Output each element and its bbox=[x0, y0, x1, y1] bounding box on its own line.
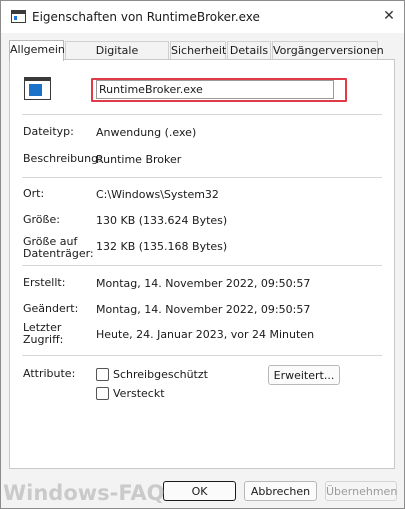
modified-value: Montag, 14. November 2022, 09:50:57 bbox=[96, 303, 311, 316]
divider bbox=[22, 177, 382, 178]
readonly-checkbox[interactable] bbox=[96, 368, 109, 381]
general-tab-panel bbox=[9, 59, 395, 469]
watermark-logo: Windows-FAQ bbox=[3, 481, 165, 505]
attributes-label: Attribute: bbox=[23, 367, 76, 380]
tab-vorgaengerversionen[interactable]: Vorgängerversionen bbox=[272, 41, 384, 60]
hidden-checkbox-label[interactable]: Versteckt bbox=[113, 387, 165, 400]
description-label: Beschreibung: bbox=[23, 152, 102, 165]
tab-digitale-signaturen[interactable]: Digitale Signaturen bbox=[65, 41, 169, 75]
last-access-value: Heute, 24. Januar 2023, vor 24 Minuten bbox=[96, 328, 315, 341]
advanced-button[interactable]: Erweitert... bbox=[268, 365, 340, 385]
tab-details[interactable]: Details bbox=[227, 41, 271, 60]
divider bbox=[22, 355, 382, 356]
title-bar: Eigenschaften von RuntimeBroker.exe ✕ bbox=[1, 1, 404, 33]
readonly-checkbox-label[interactable]: Schreibgeschützt bbox=[113, 368, 208, 381]
tab-sicherheit[interactable]: Sicherheit bbox=[170, 41, 226, 60]
apply-button[interactable]: Übernehmen bbox=[325, 481, 397, 501]
file-type-label: Dateityp: bbox=[23, 125, 74, 138]
highlight-frame bbox=[91, 78, 347, 102]
created-value: Montag, 14. November 2022, 09:50:57 bbox=[96, 277, 311, 290]
divider bbox=[22, 114, 382, 115]
last-access-label-2: Zugriff: bbox=[23, 333, 64, 346]
location-value: C:\Windows\System32 bbox=[96, 188, 219, 201]
close-button[interactable]: ✕ bbox=[377, 5, 401, 27]
location-label: Ort: bbox=[23, 187, 45, 200]
created-label: Erstellt: bbox=[23, 276, 66, 289]
ok-button[interactable]: OK bbox=[163, 481, 236, 501]
window-app-icon bbox=[11, 10, 26, 23]
description-value: Runtime Broker bbox=[96, 153, 182, 166]
hidden-checkbox[interactable] bbox=[96, 387, 109, 400]
size-value: 130 KB (133.624 Bytes) bbox=[96, 214, 228, 227]
modified-label: Geändert: bbox=[23, 302, 79, 315]
application-file-icon bbox=[24, 77, 51, 100]
cancel-button[interactable]: Abbrechen bbox=[244, 481, 317, 501]
properties-dialog: Eigenschaften von RuntimeBroker.exe ✕ Al… bbox=[0, 0, 405, 509]
size-on-disk-label-2: Datenträger: bbox=[23, 247, 94, 260]
divider bbox=[22, 265, 382, 266]
window-title: Eigenschaften von RuntimeBroker.exe bbox=[32, 10, 260, 24]
size-label: Größe: bbox=[23, 213, 60, 226]
size-on-disk-value: 132 KB (135.168 Bytes) bbox=[96, 240, 228, 253]
tab-allgemein[interactable]: Allgemein bbox=[9, 40, 65, 61]
file-type-value: Anwendung (.exe) bbox=[96, 126, 197, 139]
